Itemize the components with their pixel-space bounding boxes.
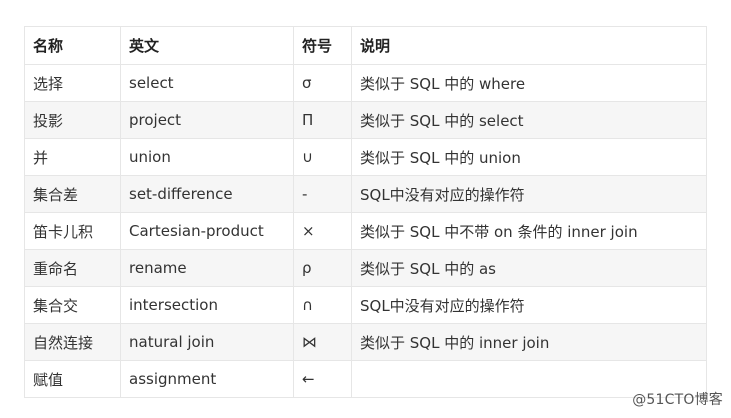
table-row: 重命名 rename ρ 类似于 SQL 中的 as [24, 249, 707, 287]
cell-name: 赋值 [24, 360, 121, 398]
cell-name: 自然连接 [24, 323, 121, 361]
cell-description: 类似于 SQL 中的 union [351, 138, 707, 176]
cell-symbol: ← [293, 360, 352, 398]
cell-description: SQL中没有对应的操作符 [351, 175, 707, 213]
table-body: 选择 select σ 类似于 SQL 中的 where 投影 project … [24, 64, 707, 398]
table-row: 自然连接 natural join ⋈ 类似于 SQL 中的 inner joi… [24, 323, 707, 361]
table-header-row: 名称 英文 符号 说明 [24, 26, 707, 65]
cell-name: 投影 [24, 101, 121, 139]
table-row: 投影 project Π 类似于 SQL 中的 select [24, 101, 707, 139]
cell-english: assignment [120, 360, 294, 398]
cell-english: Cartesian-product [120, 212, 294, 250]
cell-english: natural join [120, 323, 294, 361]
cell-name: 笛卡儿积 [24, 212, 121, 250]
cell-symbol: σ [293, 64, 352, 102]
table-row: 赋值 assignment ← [24, 360, 707, 398]
cell-description: SQL中没有对应的操作符 [351, 286, 707, 324]
cell-name: 集合差 [24, 175, 121, 213]
cell-name: 重命名 [24, 249, 121, 287]
header-name: 名称 [24, 26, 121, 65]
cell-english: set-difference [120, 175, 294, 213]
cell-english: intersection [120, 286, 294, 324]
cell-symbol: Π [293, 101, 352, 139]
cell-english: rename [120, 249, 294, 287]
cell-symbol: ρ [293, 249, 352, 287]
cell-description: 类似于 SQL 中的 inner join [351, 323, 707, 361]
cell-english: union [120, 138, 294, 176]
table-row: 并 union ∪ 类似于 SQL 中的 union [24, 138, 707, 176]
cell-name: 并 [24, 138, 121, 176]
cell-symbol: ∪ [293, 138, 352, 176]
table-row: 集合交 intersection ∩ SQL中没有对应的操作符 [24, 286, 707, 324]
cell-symbol: - [293, 175, 352, 213]
cell-description: 类似于 SQL 中的 where [351, 64, 707, 102]
cell-description: 类似于 SQL 中不带 on 条件的 inner join [351, 212, 707, 250]
table-row: 集合差 set-difference - SQL中没有对应的操作符 [24, 175, 707, 213]
cell-symbol: ∩ [293, 286, 352, 324]
cell-name: 选择 [24, 64, 121, 102]
table-row: 笛卡儿积 Cartesian-product × 类似于 SQL 中不带 on … [24, 212, 707, 250]
cell-symbol: × [293, 212, 352, 250]
cell-english: select [120, 64, 294, 102]
cell-symbol: ⋈ [293, 323, 352, 361]
table-header: 名称 英文 符号 说明 [24, 26, 707, 65]
relational-algebra-table-container: 名称 英文 符号 说明 选择 select σ 类似于 SQL 中的 where… [24, 26, 707, 398]
cell-description: 类似于 SQL 中的 as [351, 249, 707, 287]
header-symbol: 符号 [293, 26, 352, 65]
cell-english: project [120, 101, 294, 139]
header-description: 说明 [351, 26, 707, 65]
cell-name: 集合交 [24, 286, 121, 324]
site-watermark: @51CTO博客 [632, 392, 723, 408]
header-english: 英文 [120, 26, 294, 65]
relational-algebra-table: 名称 英文 符号 说明 选择 select σ 类似于 SQL 中的 where… [24, 26, 707, 398]
cell-description: 类似于 SQL 中的 select [351, 101, 707, 139]
table-row: 选择 select σ 类似于 SQL 中的 where [24, 64, 707, 102]
